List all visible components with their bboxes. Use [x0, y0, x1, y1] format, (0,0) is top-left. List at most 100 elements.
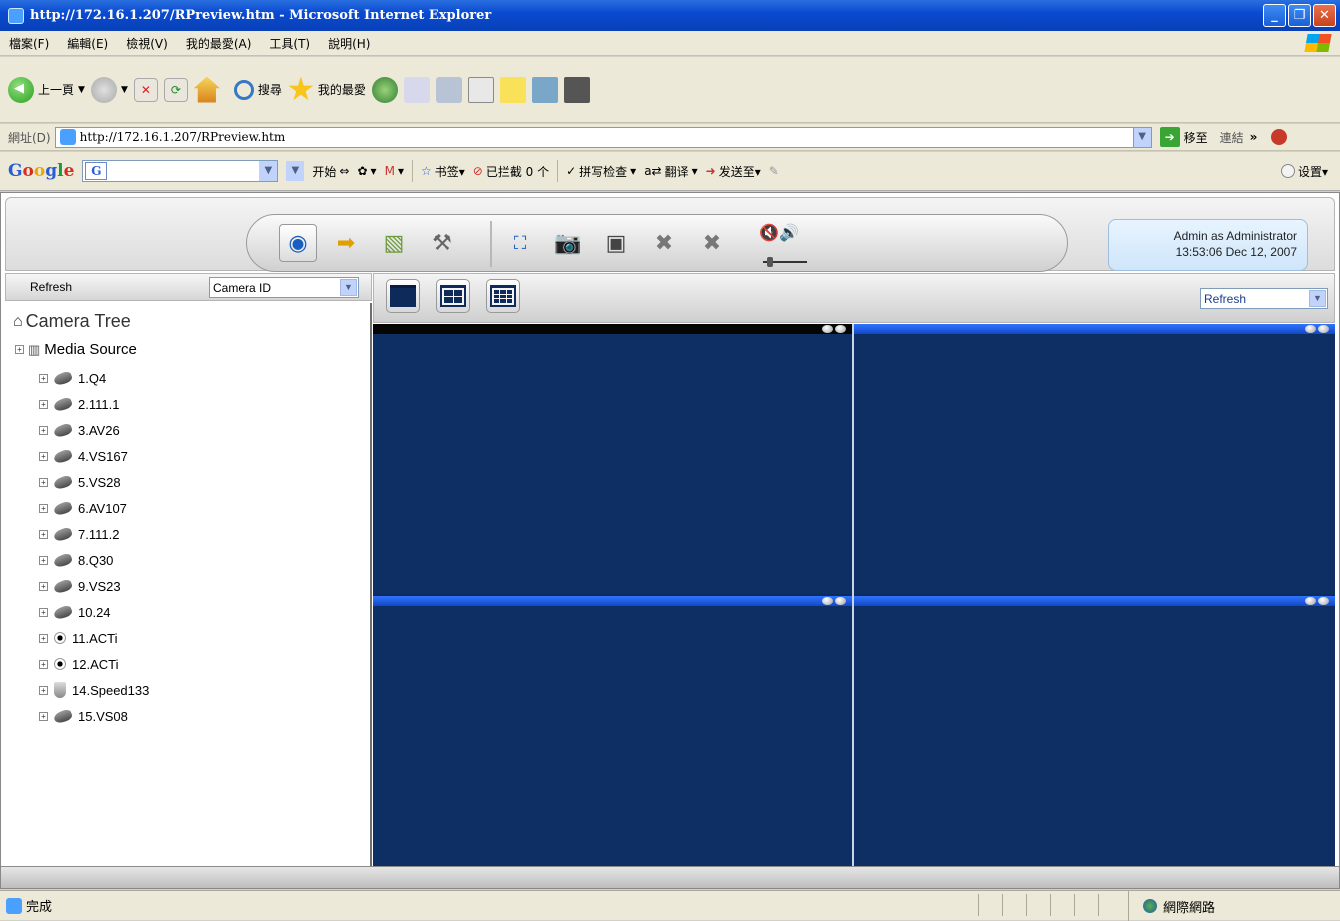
audio-controls[interactable]: 🔇 🔊 — [755, 217, 803, 247]
expand-icon[interactable]: + — [39, 399, 48, 409]
expand-icon[interactable]: + — [39, 373, 48, 383]
expand-icon[interactable]: + — [39, 659, 48, 669]
expand-icon[interactable]: + — [39, 451, 48, 461]
menu-edit[interactable]: 編輯(E) — [58, 35, 117, 52]
links-chevron-icon[interactable]: » — [1250, 130, 1258, 144]
tile-button-icon[interactable] — [835, 597, 846, 605]
camera-node[interactable]: +7.111.2 — [39, 521, 149, 547]
expand-icon[interactable]: + — [39, 425, 48, 435]
layout-3x3-button[interactable] — [486, 279, 520, 313]
camera-node[interactable]: +10.24 — [39, 599, 149, 625]
messenger-icon[interactable] — [563, 76, 590, 103]
menu-view[interactable]: 檢視(V) — [117, 35, 177, 52]
spellcheck-button[interactable]: ✓ 拼写检查 ▾ — [566, 163, 636, 180]
close-button[interactable]: ✕ — [1313, 4, 1336, 27]
notes-icon[interactable] — [499, 76, 526, 103]
favorites-button[interactable]: 我的最愛 — [288, 76, 366, 103]
minimize-button[interactable]: _ — [1263, 4, 1286, 27]
playback-button[interactable]: ➡ — [327, 224, 365, 262]
research-icon[interactable] — [531, 76, 558, 103]
disconnect-button[interactable]: ✖ — [645, 224, 683, 262]
search-history-dropdown-icon[interactable]: ▼ — [286, 161, 305, 181]
google-settings-button[interactable]: 设置▾ — [1280, 163, 1328, 180]
stop-icon[interactable]: ✕ — [133, 77, 158, 102]
expand-icon[interactable]: + — [15, 345, 24, 354]
video-tile-2[interactable] — [854, 324, 1335, 594]
tile-button-icon[interactable] — [835, 325, 846, 333]
expand-icon[interactable]: + — [39, 529, 48, 539]
expand-icon[interactable]: + — [39, 581, 48, 591]
tile-button-icon[interactable] — [822, 325, 833, 333]
print-icon[interactable] — [435, 76, 462, 103]
maximize-button[interactable]: ❐ — [1288, 4, 1311, 27]
gmail-button[interactable]: M ▾ — [385, 164, 404, 178]
sendto-button[interactable]: ➜ 发送至▾ — [706, 163, 761, 180]
menu-tools[interactable]: 工具(T) — [260, 35, 319, 52]
google-start-button[interactable]: 开始 ⇔ — [312, 163, 349, 180]
media-source-node[interactable]: + ▥ Media Source — [15, 341, 137, 358]
google-search-input[interactable]: G ▼ — [82, 160, 279, 182]
camera-node[interactable]: +11.ACTi — [39, 625, 149, 651]
camera-node[interactable]: +6.AV107 — [39, 495, 149, 521]
camera-node[interactable]: +4.VS167 — [39, 443, 149, 469]
refresh-icon[interactable]: ⟳ — [163, 77, 188, 102]
search-button[interactable]: 搜尋 — [233, 79, 282, 100]
video-tile-3[interactable] — [373, 596, 852, 867]
disconnect-all-button[interactable]: ✖ — [693, 224, 731, 262]
sort-select[interactable]: Camera ID ▼ — [209, 277, 359, 298]
google-search-dropdown-icon[interactable]: ▼ — [259, 161, 278, 181]
map-button[interactable]: ▧ — [375, 224, 413, 262]
translate-button[interactable]: a⇄ 翻译 ▾ — [644, 163, 697, 180]
camera-node[interactable]: +5.VS28 — [39, 469, 149, 495]
expand-icon[interactable]: + — [39, 633, 48, 643]
expand-icon[interactable]: + — [39, 607, 48, 617]
layout-1x1-button[interactable] — [386, 279, 420, 313]
volume-slider-handle[interactable] — [767, 257, 773, 267]
expand-icon[interactable]: + — [39, 503, 48, 513]
home-icon[interactable] — [193, 76, 220, 103]
camera-node[interactable]: +15.VS08 — [39, 703, 149, 729]
expand-icon[interactable]: + — [39, 477, 48, 487]
menu-favorites[interactable]: 我的最愛(A) — [177, 35, 261, 52]
bookmarks-button[interactable]: ☆ 书签▾ — [421, 163, 465, 180]
forward-dropdown-icon[interactable]: ▼ — [121, 85, 128, 95]
mail-icon[interactable] — [403, 76, 430, 103]
live-view-button[interactable]: ◉ — [279, 224, 317, 262]
translate-addon-icon[interactable] — [1271, 129, 1288, 145]
tile-controls[interactable] — [1305, 597, 1329, 605]
back-dropdown-icon[interactable]: ▼ — [78, 85, 85, 95]
camera-node[interactable]: +8.Q30 — [39, 547, 149, 573]
forward-button[interactable]: ▼ — [90, 76, 128, 103]
tile-button-icon[interactable] — [1318, 325, 1329, 333]
address-input[interactable]: http://172.16.1.207/RPreview.htm ▼ — [54, 126, 1152, 148]
google-g-icon[interactable]: G — [85, 162, 108, 180]
camera-node[interactable]: +3.AV26 — [39, 417, 149, 443]
tree-root[interactable]: ⌂ Camera Tree — [13, 311, 131, 332]
expand-icon[interactable]: + — [39, 555, 48, 565]
go-button[interactable]: ➔ 移至 — [1159, 127, 1208, 147]
refresh-rate-dropdown-icon[interactable]: ▼ — [1309, 290, 1326, 307]
camera-node[interactable]: +14.Speed133 — [39, 677, 149, 703]
address-dropdown-icon[interactable]: ▼ — [1132, 127, 1151, 147]
record-button[interactable]: ▣ — [597, 224, 635, 262]
tile-controls[interactable] — [822, 325, 846, 333]
popup-blocker-button[interactable]: ⊘ 已拦截 0 个 — [473, 163, 549, 180]
highlight-button[interactable]: ✎ — [769, 164, 779, 178]
tile-button-icon[interactable] — [1318, 597, 1329, 605]
expand-icon[interactable]: + — [39, 685, 48, 695]
video-tile-1[interactable] — [373, 324, 852, 594]
tile-button-icon[interactable] — [1305, 325, 1316, 333]
camera-node[interactable]: +2.111.1 — [39, 391, 149, 417]
tile-controls[interactable] — [822, 597, 846, 605]
edit-word-icon[interactable] — [467, 76, 494, 103]
tile-button-icon[interactable] — [822, 597, 833, 605]
camera-node[interactable]: +12.ACTi — [39, 651, 149, 677]
camera-node[interactable]: +9.VS23 — [39, 573, 149, 599]
menu-file[interactable]: 檔案(F) — [0, 35, 58, 52]
setup-button[interactable]: ⚒ — [423, 224, 461, 262]
snapshot-button[interactable]: 📷 — [549, 224, 587, 262]
camera-node[interactable]: +1.Q4 — [39, 365, 149, 391]
fullscreen-button[interactable]: ⛶ — [501, 224, 539, 262]
tree-refresh-button[interactable]: Refresh — [30, 280, 72, 294]
links-label[interactable]: 連結 — [1220, 129, 1244, 146]
